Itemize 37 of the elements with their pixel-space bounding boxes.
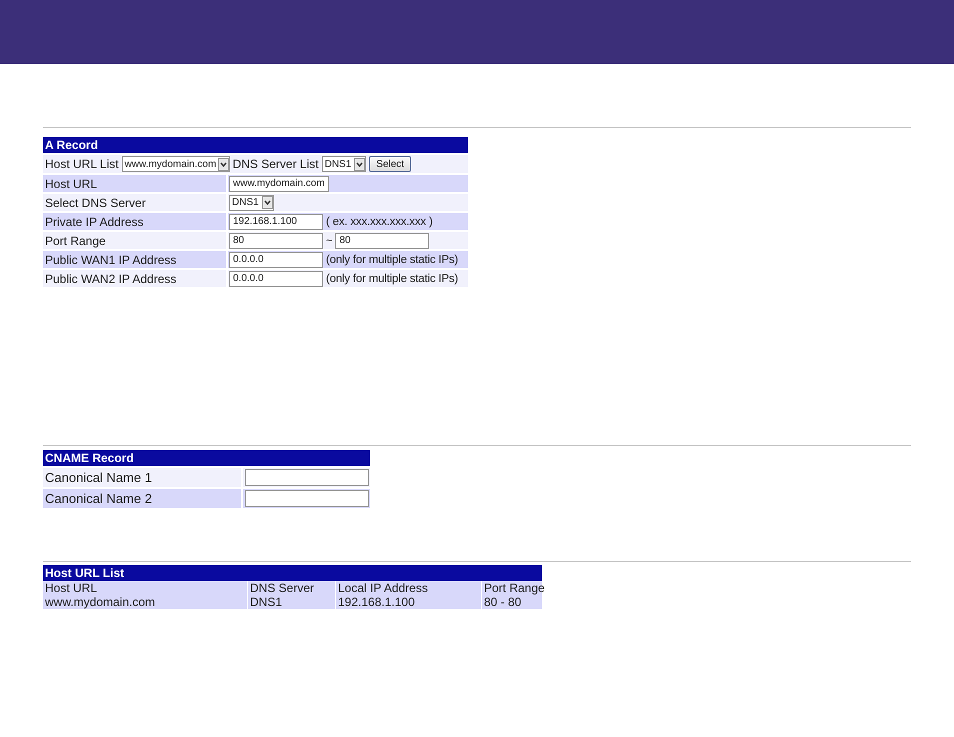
input-field[interactable]: 192.168.1.100 (229, 214, 323, 230)
field-label: Canonical Name 2 (44, 491, 153, 506)
hint-text: ( ex. xxx.xxx.xxx.xxx ) (326, 216, 433, 228)
host-url-dropdown[interactable]: www.mydomain.com (122, 156, 230, 172)
field-label: Host URL List (45, 157, 119, 171)
table-cell: DNS1 (247, 595, 335, 609)
field-label: Public WAN1 IP Address (44, 252, 178, 266)
table-cell-text: www.mydomain.com (44, 595, 156, 609)
field-label: Public WAN2 IP Address (44, 272, 178, 286)
input-field[interactable] (245, 469, 369, 486)
dns-server-dropdown[interactable]: DNS1 (322, 156, 366, 172)
field-label: Select DNS Server (44, 196, 147, 210)
caret-icon (218, 158, 229, 170)
caret-icon (262, 196, 273, 209)
hint-text: (only for multiple static IPs) (326, 272, 458, 284)
range-separator: ~ (326, 234, 332, 246)
input-field[interactable]: www.mydomain.com (229, 176, 329, 192)
table-cell: 80 - 80 (481, 595, 542, 609)
field-label: Host URL (44, 176, 98, 190)
field-label: Private IP Address (44, 214, 144, 228)
select-button[interactable]: Select (369, 156, 412, 172)
section-title: Host URL List (43, 565, 542, 581)
field-label: Canonical Name 1 (44, 470, 153, 485)
field-label: Port Range (44, 234, 107, 248)
field-label: DNS Server List (232, 157, 319, 171)
dns-dropdown[interactable]: DNS1 (229, 194, 274, 210)
input-field[interactable]: 80 (335, 232, 430, 248)
section-title: CNAME Record (43, 450, 370, 466)
column-header: Host URL (44, 581, 98, 595)
input-field[interactable]: 0.0.0.0 (229, 270, 323, 286)
input-field[interactable]: 80 (229, 232, 323, 248)
table-cell: 192.168.1.100 (335, 595, 481, 609)
input-field[interactable]: 0.0.0.0 (229, 252, 323, 268)
hint-text: (only for multiple static IPs) (326, 254, 458, 266)
input-field[interactable] (245, 490, 369, 507)
caret-icon (354, 158, 366, 170)
section-title: A Record (43, 137, 468, 153)
